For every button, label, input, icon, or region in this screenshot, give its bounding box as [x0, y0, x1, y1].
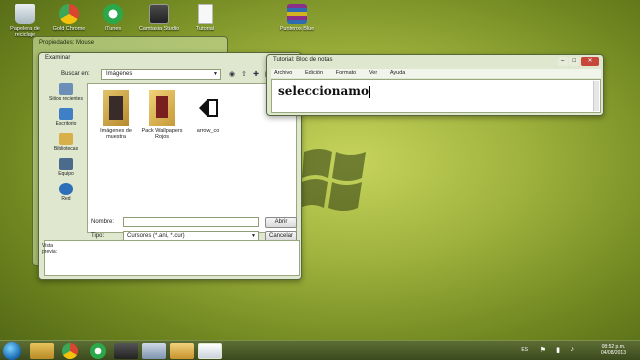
- place-desktop[interactable]: Escritorio: [47, 108, 85, 127]
- cursor-file-icon: [195, 90, 221, 126]
- up-folder-icon[interactable]: ⇧: [239, 69, 249, 80]
- notepad-title: Tutorial: Bloc de notas: [273, 57, 333, 63]
- windows-logo-watermark: [300, 149, 366, 211]
- look-in-row: Buscar en: Imágenes ▼ ◉ ⇧ ✚ ▦: [49, 69, 297, 81]
- desktop-icon: [59, 108, 73, 120]
- window-controls: – □ ✕: [557, 57, 599, 66]
- file-item[interactable]: arrow_co: [186, 90, 230, 134]
- desktop-icon-label: Gold Chrome: [52, 26, 86, 32]
- look-in-select[interactable]: Imágenes ▼: [101, 69, 221, 80]
- camtasia-icon: [149, 4, 169, 24]
- place-label: Equipo: [58, 171, 74, 177]
- file-type-value: Cursores (*.ani, *.cur): [127, 233, 185, 239]
- file-label: Imágenes de muestra: [100, 128, 132, 140]
- menu-formato[interactable]: Formato: [333, 70, 356, 76]
- volume-icon[interactable]: ♪: [571, 346, 575, 353]
- mouse-properties-icon[interactable]: [142, 343, 166, 359]
- file-name-label: Nombre:: [91, 219, 115, 225]
- vertical-scrollbar[interactable]: [593, 81, 599, 111]
- notepad-menubar: Archivo Edición Formato Ver Ayuda: [271, 69, 601, 78]
- browse-dialog-title: Examinar: [45, 55, 71, 61]
- network-icon[interactable]: ▮: [556, 346, 560, 354]
- maximize-button[interactable]: □: [569, 57, 580, 66]
- look-in-value: Imágenes: [106, 71, 133, 77]
- folder-icon: [149, 90, 175, 126]
- open-button[interactable]: Abrir: [265, 217, 297, 228]
- notepad-icon[interactable]: [198, 343, 222, 359]
- recent-places-icon: [59, 83, 73, 95]
- desktop-icon-itunes[interactable]: iTunes: [88, 4, 138, 32]
- recycle-bin-icon: [15, 4, 35, 24]
- desktop-icon-recycle-bin[interactable]: Papelera de reciclaje: [0, 4, 50, 38]
- file-label: Pack Wallpapers Rojos: [141, 128, 183, 140]
- clock-date: 04/08/2013: [600, 350, 626, 356]
- desktop-icon-label: Camtasia Studio: [138, 26, 180, 32]
- start-button[interactable]: [3, 342, 21, 360]
- menu-ver[interactable]: Ver: [366, 70, 377, 76]
- preview-box: [44, 240, 300, 276]
- preview-label: Vista previa:: [42, 243, 58, 255]
- mouse-properties-title: Propiedades: Mouse: [39, 40, 95, 46]
- file-item[interactable]: Pack Wallpapers Rojos: [140, 90, 184, 140]
- itunes-icon[interactable]: [90, 343, 106, 359]
- libraries-icon: [59, 133, 73, 145]
- text-file-icon: [197, 4, 213, 24]
- place-network[interactable]: Red: [47, 183, 85, 202]
- explorer-icon[interactable]: [30, 343, 54, 359]
- menu-edicion[interactable]: Edición: [302, 70, 323, 76]
- place-recent[interactable]: Sitios recientes: [47, 83, 85, 102]
- place-libraries[interactable]: Bibliotecas: [47, 133, 85, 152]
- look-in-label: Buscar en:: [61, 71, 90, 77]
- desktop-icon-punteros[interactable]: Punteros Blue: [272, 4, 322, 32]
- notepad-text: seleccionamo: [278, 84, 369, 98]
- place-label: Sitios recientes: [49, 96, 83, 102]
- place-label: Bibliotecas: [53, 146, 79, 152]
- folder-icon: [103, 90, 129, 126]
- place-computer[interactable]: Equipo: [47, 158, 85, 177]
- camtasia-icon[interactable]: [114, 343, 138, 359]
- file-type-label: Tipo:: [91, 233, 105, 239]
- computer-icon: [59, 158, 73, 170]
- desktop-icon-camtasia[interactable]: Camtasia Studio: [134, 4, 184, 32]
- clock[interactable]: 08:52 p.m. 04/08/2013: [601, 344, 626, 356]
- network-icon: [59, 183, 73, 195]
- desktop-icon-chrome[interactable]: Gold Chrome: [44, 4, 94, 32]
- flag-icon[interactable]: ⚑: [540, 346, 546, 354]
- itunes-icon: [103, 4, 123, 24]
- desktop-icon-label: Tutorial: [195, 26, 215, 32]
- places-bar: Sitios recientes Escritorio Bibliotecas …: [47, 83, 85, 233]
- minimize-button[interactable]: –: [557, 57, 568, 66]
- file-name-input[interactable]: [123, 217, 259, 227]
- file-label: arrow_co: [196, 128, 220, 134]
- menu-archivo[interactable]: Archivo: [271, 70, 292, 76]
- language-indicator[interactable]: ES: [521, 347, 528, 353]
- notepad-text-area[interactable]: seleccionamo: [271, 79, 601, 113]
- back-icon[interactable]: ◉: [227, 69, 237, 80]
- desktop-icon-tutorial[interactable]: Tutorial: [180, 4, 230, 32]
- place-label: Escritorio: [55, 121, 77, 127]
- notepad-window[interactable]: Tutorial: Bloc de notas – □ ✕ Archivo Ed…: [266, 54, 604, 116]
- taskbar: ES ⚑ ▮ ♪ 08:52 p.m. 04/08/2013: [0, 340, 640, 360]
- desktop-icon-label: Punteros Blue: [279, 26, 315, 32]
- place-label: Red: [61, 196, 71, 202]
- chevron-down-icon: ▼: [251, 233, 256, 239]
- media-player-icon[interactable]: [170, 343, 194, 359]
- chrome-icon: [59, 4, 79, 24]
- text-caret: [368, 85, 370, 98]
- chevron-down-icon: ▼: [213, 71, 218, 77]
- menu-ayuda[interactable]: Ayuda: [387, 70, 406, 76]
- file-name-row: Nombre: Abrir: [91, 217, 297, 229]
- file-item[interactable]: Imágenes de muestra: [94, 90, 138, 140]
- chrome-icon[interactable]: [62, 343, 78, 359]
- close-button[interactable]: ✕: [581, 57, 599, 66]
- desktop-icon-label: iTunes: [104, 26, 122, 32]
- new-folder-icon[interactable]: ✚: [251, 69, 261, 80]
- winrar-icon: [287, 4, 307, 24]
